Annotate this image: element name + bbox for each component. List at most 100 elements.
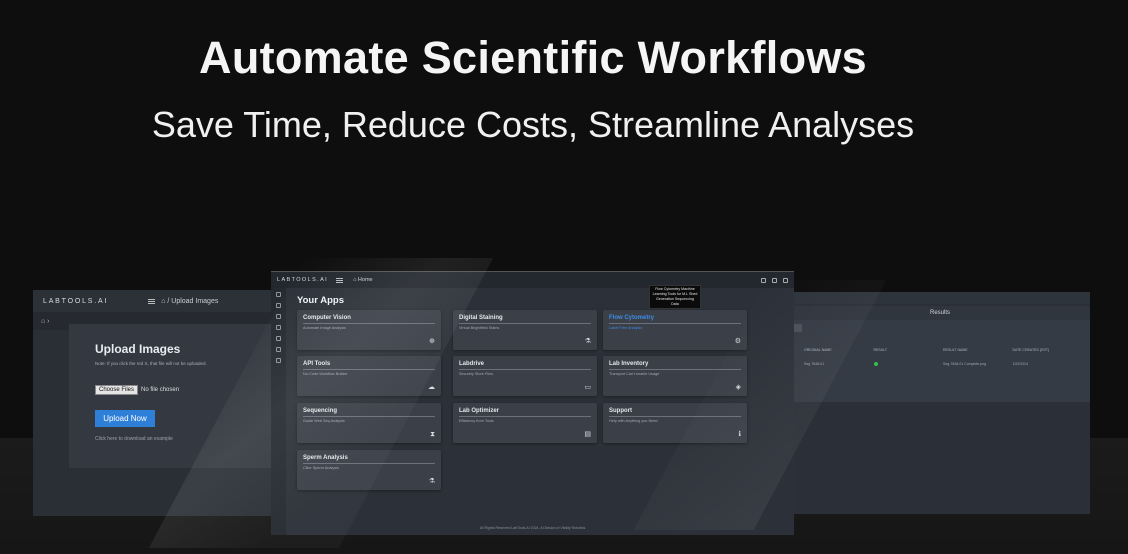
user-icon[interactable] bbox=[772, 277, 777, 283]
results-table: ORIGINAL NAME RESULT RESULT NAME DATE CR… bbox=[790, 320, 1090, 402]
app-logo[interactable]: LABTOOLS.AI bbox=[277, 277, 328, 283]
app-card-title: Flow Cytometry bbox=[609, 315, 655, 321]
upload-screen: LABTOOLS.AI ⌂ / Upload Images ⌂ › Upload… bbox=[33, 290, 295, 516]
topbar-icons bbox=[761, 277, 794, 283]
sidebar-dna-icon[interactable] bbox=[276, 347, 281, 352]
app-card-title: Labdrive bbox=[459, 361, 485, 367]
divider bbox=[303, 416, 435, 417]
results-screen: Results ORIGINAL NAME RESULT RESULT NAME… bbox=[790, 292, 1090, 514]
column-header[interactable]: DATE CREATED (EST) bbox=[1013, 348, 1083, 352]
cloud-upload-icon: ☁ bbox=[428, 384, 435, 391]
upload-now-button[interactable]: Upload Now bbox=[95, 410, 155, 427]
table-cell: 1/22/2024 bbox=[1012, 362, 1029, 366]
upload-topbar: LABTOOLS.AI ⌂ / Upload Images bbox=[33, 290, 295, 312]
divider bbox=[459, 369, 591, 370]
app-card-title: Lab Inventory bbox=[609, 361, 649, 367]
app-card[interactable]: Lab Optimizer Efficiency from Tools ▤ bbox=[453, 403, 597, 443]
app-card-subtitle: Virtual Brightfield Stains bbox=[459, 326, 500, 330]
table-cell[interactable]: Seg-7848-01 Complete.png bbox=[943, 362, 1013, 367]
sidebar-home-icon[interactable] bbox=[276, 292, 281, 297]
brain-icon: ⊕ bbox=[429, 338, 435, 345]
divider bbox=[459, 416, 591, 417]
upload-panel: Upload Images Note: If you click the red… bbox=[69, 324, 295, 468]
divider bbox=[303, 369, 435, 370]
divider bbox=[459, 323, 591, 324]
calendar-icon: ▤ bbox=[584, 431, 591, 438]
app-logo[interactable]: LABTOOLS.AI bbox=[43, 298, 108, 305]
tooltip: Flow Cytometry Machine Learning Tools fo… bbox=[649, 285, 701, 309]
app-card[interactable]: Labdrive Securely Store Files ▭ bbox=[453, 356, 597, 396]
app-card-subtitle: Transport Can't enable Usage bbox=[609, 372, 660, 376]
app-card-title: Lab Optimizer bbox=[459, 408, 500, 414]
divider bbox=[609, 323, 741, 324]
dna-icon: ⧗ bbox=[430, 431, 435, 438]
sidebar-support-icon[interactable] bbox=[276, 358, 281, 363]
microscope-icon: ⚗ bbox=[584, 338, 591, 345]
app-card-subtitle: Automate Image Analysis bbox=[303, 326, 346, 330]
app-card-subtitle: Help with Anything you Need bbox=[609, 419, 658, 423]
page-title: Upload Images bbox=[95, 342, 181, 356]
app-card[interactable]: Sequencing Guide Web Seq Analysis ⧗ bbox=[297, 403, 441, 443]
sidebar-folder-icon[interactable] bbox=[276, 325, 281, 330]
sidebar-box-icon[interactable] bbox=[276, 336, 281, 341]
download-example-link[interactable]: Click here to download an example bbox=[95, 436, 173, 442]
menu-icon[interactable] bbox=[148, 298, 156, 304]
app-card-subtitle: Efficiency from Tools bbox=[459, 419, 494, 423]
gear-icon: ⚙ bbox=[734, 338, 741, 345]
settings-icon[interactable] bbox=[783, 277, 788, 283]
app-card-subtitle: Cilior Sperm Analysis bbox=[303, 466, 339, 470]
hero-subtitle: Save Time, Reduce Costs, Streamline Anal… bbox=[151, 104, 915, 145]
app-card[interactable]: Digital Staining Virtual Brightfield Stai… bbox=[453, 310, 597, 350]
divider bbox=[609, 369, 741, 370]
app-card[interactable]: Sperm Analysis Cilior Sperm Analysis ⚗ bbox=[297, 450, 441, 490]
results-topbar bbox=[790, 292, 1090, 304]
app-card-subtitle: Guide Web Seq Analysis bbox=[303, 419, 345, 423]
status-dot-icon bbox=[873, 362, 878, 366]
column-header[interactable]: RESULT bbox=[874, 348, 944, 352]
sidebar-vision-icon[interactable] bbox=[276, 303, 281, 308]
table-cell bbox=[873, 362, 944, 367]
microscope-icon: ⚗ bbox=[428, 478, 435, 485]
column-header[interactable]: RESULT NAME bbox=[943, 348, 1013, 352]
app-card-title: Sequencing bbox=[303, 408, 338, 414]
apps-topbar: LABTOOLS.AI ⌂ Home bbox=[271, 272, 794, 288]
menu-icon[interactable] bbox=[336, 277, 344, 283]
app-card-subtitle: Label Free Analysis bbox=[609, 326, 643, 330]
choose-files-button[interactable]: Choose Files bbox=[95, 385, 139, 395]
sidebar-stain-icon[interactable] bbox=[276, 314, 281, 319]
breadcrumb[interactable]: ⌂ / Upload Images bbox=[161, 298, 218, 305]
cube-icon: ◈ bbox=[735, 384, 741, 391]
table-cell: Seg 7848-01 bbox=[804, 362, 825, 366]
hero-title: Automate Scientific Workflows bbox=[199, 32, 867, 83]
app-card[interactable]: Computer Vision Automate Image Analysis ⊕ bbox=[297, 310, 441, 350]
app-card-title: API Tools bbox=[303, 361, 331, 367]
column-header[interactable]: ORIGINAL NAME bbox=[804, 348, 874, 352]
no-file-label: No file chosen bbox=[141, 387, 180, 393]
divider bbox=[303, 463, 435, 464]
file-chooser[interactable]: Choose Files No file chosen bbox=[95, 385, 179, 395]
app-card-title: Sperm Analysis bbox=[303, 455, 348, 461]
table-header: ORIGINAL NAME RESULT RESULT NAME DATE CR… bbox=[804, 348, 1082, 352]
folder-icon: ▭ bbox=[584, 384, 591, 391]
app-card[interactable]: Flow Cytometry Label Free Analysis ⚙ bbox=[603, 310, 747, 350]
app-card-title: Digital Staining bbox=[459, 315, 503, 321]
table-row[interactable]: Seg 7848-01 Seg-7848-01 Complete.png 1/2… bbox=[804, 362, 1082, 367]
grid-icon[interactable] bbox=[761, 277, 766, 283]
app-card[interactable]: Support Help with Anything you Need ℹ bbox=[603, 403, 747, 443]
info-icon: ℹ bbox=[738, 431, 741, 438]
upload-note: Note: If you click the red X, that file … bbox=[95, 361, 207, 366]
page-title: Your Apps bbox=[297, 295, 344, 306]
app-card[interactable]: API Tools No-Code Workflow Builder ☁ bbox=[297, 356, 441, 396]
app-card-subtitle: Securely Store Files bbox=[459, 372, 493, 376]
divider bbox=[303, 323, 435, 324]
app-card-title: Support bbox=[609, 408, 632, 414]
breadcrumb[interactable]: ⌂ Home bbox=[353, 277, 373, 283]
footer: All Rights Reserved LabTools.AI 2024. A … bbox=[479, 526, 586, 530]
app-card-subtitle: No-Code Workflow Builder bbox=[303, 372, 348, 376]
app-card-title: Computer Vision bbox=[303, 315, 351, 321]
divider bbox=[609, 416, 741, 417]
apps-screen: LABTOOLS.AI ⌂ Home Your Apps Computer Vi… bbox=[271, 271, 794, 535]
results-header: Results bbox=[790, 306, 1090, 320]
sidebar bbox=[271, 288, 286, 535]
app-card[interactable]: Lab Inventory Transport Can't enable Usag… bbox=[603, 356, 747, 396]
